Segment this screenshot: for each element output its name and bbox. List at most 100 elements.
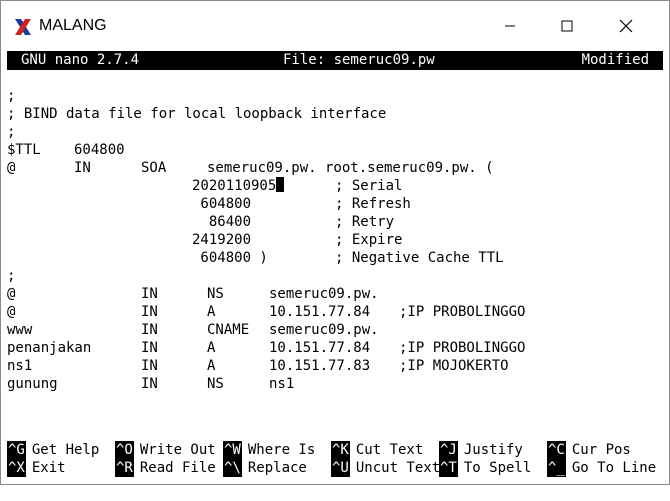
shortcut-to-spell[interactable]: ^T To Spell bbox=[439, 459, 531, 477]
ttl-value: 604800 bbox=[74, 142, 125, 158]
nano-editor[interactable]: GNU nano 2.7.4 File: semeruc09.pw Modifi… bbox=[7, 49, 663, 479]
shortcut-cut-text[interactable]: ^K Cut Text bbox=[331, 441, 423, 459]
shortcut-label: To Spell bbox=[463, 460, 532, 476]
nano-version: GNU nano 2.7.4 bbox=[21, 52, 140, 68]
shortcut-key: ^K bbox=[331, 441, 350, 459]
record-comment: ;IP PROBOLINGGO bbox=[399, 340, 526, 356]
record-data: 10.151.77.84 bbox=[269, 340, 371, 356]
record-class: IN bbox=[141, 358, 158, 374]
record-name: ns1 bbox=[7, 358, 33, 374]
record-comment: ;IP PROBOLINGGO bbox=[399, 304, 526, 320]
record-line: ns1 IN A 10.151.77.83 ;IP MOJOKERTO bbox=[7, 357, 657, 375]
record-name: @ bbox=[7, 304, 16, 320]
shortcut-key: ^C bbox=[547, 441, 566, 459]
record-line: www IN CNAME semeruc09.pw. bbox=[7, 321, 657, 339]
record-type: A bbox=[207, 304, 216, 320]
shortcut-key: ^W bbox=[223, 441, 242, 459]
shortcut-key: ^R bbox=[115, 459, 134, 477]
negcache-line: 604800 ) ; Negative Cache TTL bbox=[7, 249, 657, 267]
record-name: penanjakan bbox=[7, 340, 92, 356]
minimize-icon bbox=[505, 25, 515, 27]
shortcut-key: ^X bbox=[7, 459, 26, 477]
record-class: IN bbox=[141, 340, 158, 356]
shortcut-justify[interactable]: ^J Justify bbox=[439, 441, 523, 459]
refresh-value: 604800 bbox=[192, 196, 252, 212]
shortcut-label: Write Out bbox=[139, 442, 216, 458]
comment-line: ; bbox=[7, 124, 16, 140]
shortcut-exit[interactable]: ^X Exit bbox=[7, 459, 66, 477]
refresh-line: 604800 ; Refresh bbox=[7, 195, 657, 213]
shortcut-key: ^T bbox=[439, 459, 458, 477]
retry-comment: ; Retry bbox=[335, 214, 395, 230]
shortcut-label: Cur Pos bbox=[571, 442, 631, 458]
shortcut-label: Justify bbox=[463, 442, 523, 458]
record-type: A bbox=[207, 340, 216, 356]
shortcut-uncut-text[interactable]: ^U Uncut Text bbox=[331, 459, 440, 477]
record-line: penanjakan IN A 10.151.77.84 ;IP PROBOLI… bbox=[7, 339, 657, 357]
record-type: A bbox=[207, 358, 216, 374]
record-line: gunung IN NS ns1 bbox=[7, 375, 657, 393]
record-class: IN bbox=[141, 286, 158, 302]
soa-type: SOA bbox=[141, 160, 167, 176]
maximize-button[interactable] bbox=[544, 9, 590, 43]
shortcut-write-out[interactable]: ^O Write Out bbox=[115, 441, 216, 459]
retry-line: 86400 ; Retry bbox=[7, 213, 657, 231]
title-bar[interactable]: MALANG bbox=[1, 1, 669, 49]
refresh-comment: ; Refresh bbox=[335, 196, 411, 212]
record-data: 10.151.77.83 bbox=[269, 358, 371, 374]
serial-comment: ; Serial bbox=[335, 178, 403, 194]
comment-line: ; bbox=[7, 268, 16, 284]
shortcut-label: Exit bbox=[31, 460, 66, 476]
shortcut-replace[interactable]: ^\ Replace bbox=[223, 459, 307, 477]
close-icon bbox=[619, 19, 633, 33]
record-type: NS bbox=[207, 286, 224, 302]
shortcut-label: Read File bbox=[139, 460, 216, 476]
record-comment: ;IP MOJOKERTO bbox=[399, 358, 509, 374]
serial-value: 2020110905 bbox=[192, 178, 277, 194]
shortcut-label: Where Is bbox=[247, 442, 316, 458]
negcache-comment: ; Negative Cache TTL bbox=[335, 250, 504, 266]
expire-comment: ; Expire bbox=[335, 232, 403, 248]
retry-value: 86400 bbox=[192, 214, 252, 230]
record-name: www bbox=[7, 322, 33, 338]
shortcut-label: Cut Text bbox=[355, 442, 424, 458]
maximize-icon bbox=[561, 20, 573, 32]
shortcut-label: Uncut Text bbox=[355, 460, 441, 476]
minimize-button[interactable] bbox=[487, 9, 533, 43]
record-type: NS bbox=[207, 376, 224, 392]
record-line: @ IN A 10.151.77.84 ;IP PROBOLINGGO bbox=[7, 303, 657, 321]
expire-value: 2419200 bbox=[192, 232, 252, 248]
shortcut-read-file[interactable]: ^R Read File bbox=[115, 459, 216, 477]
negcache-value: 604800 ) bbox=[192, 250, 268, 266]
text-cursor bbox=[276, 177, 285, 192]
record-data: semeruc09.pw. bbox=[269, 286, 379, 302]
soa-line: @ IN SOA semeruc09.pw. root.semeruc09.pw… bbox=[7, 159, 657, 177]
x-app-icon bbox=[15, 19, 31, 35]
serial-line: 2020110905 ; Serial bbox=[7, 177, 657, 195]
shortcut-go-to-line[interactable]: ^_ Go To Line bbox=[547, 459, 656, 477]
close-button[interactable] bbox=[603, 9, 649, 43]
shortcut-key: ^\ bbox=[223, 459, 242, 477]
shortcut-cur-pos[interactable]: ^C Cur Pos bbox=[547, 441, 631, 459]
terminal-window: MALANG GNU nano 2.7.4 File: semeruc09.pw… bbox=[0, 0, 670, 485]
shortcut-bar: ^G Get Help ^O Write Out ^W Where Is ^K Cut … bbox=[7, 439, 663, 479]
record-type: CNAME bbox=[207, 322, 250, 338]
record-class: IN bbox=[141, 304, 158, 320]
comment-line: ; BIND data file for local loopback inte… bbox=[7, 106, 387, 122]
shortcut-key: ^_ bbox=[547, 459, 566, 477]
shortcut-label: Replace bbox=[247, 460, 307, 476]
expire-line: 2419200 ; Expire bbox=[7, 231, 657, 249]
ttl-line: $TTL 604800 bbox=[7, 141, 657, 159]
nano-status-bar: GNU nano 2.7.4 File: semeruc09.pw Modifi… bbox=[7, 51, 663, 70]
comment-line: ; bbox=[7, 88, 16, 104]
soa-data: semeruc09.pw. root.semeruc09.pw. ( bbox=[207, 160, 494, 176]
shortcut-where-is[interactable]: ^W Where Is bbox=[223, 441, 315, 459]
shortcut-label: Get Help bbox=[31, 442, 100, 458]
shortcut-key: ^G bbox=[7, 441, 26, 459]
record-data: ns1 bbox=[269, 376, 295, 392]
shortcut-key: ^J bbox=[439, 441, 458, 459]
shortcut-label: Go To Line bbox=[571, 460, 657, 476]
shortcut-get-help[interactable]: ^G Get Help bbox=[7, 441, 99, 459]
soa-class: IN bbox=[74, 160, 91, 176]
shortcut-key: ^U bbox=[331, 459, 350, 477]
